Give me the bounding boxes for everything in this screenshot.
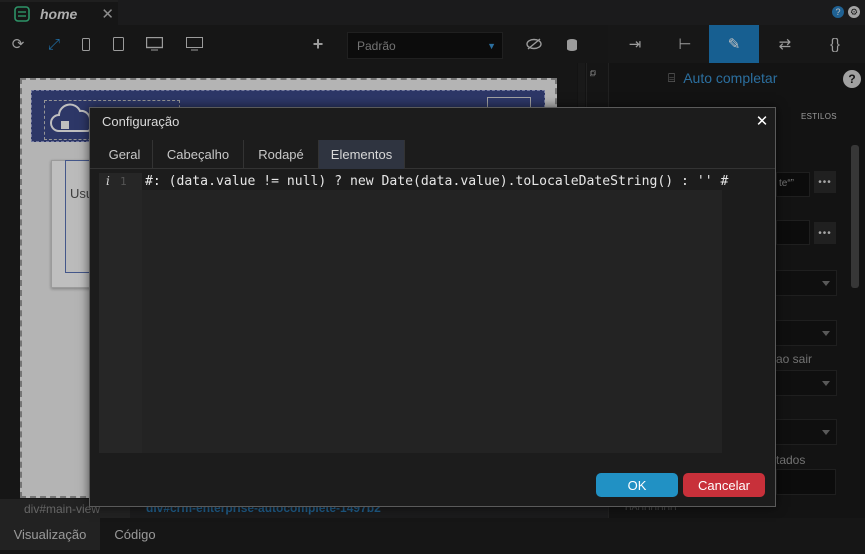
line-number: 1 (120, 175, 127, 188)
info-icon: i (106, 174, 110, 188)
editor-gutter (99, 173, 142, 453)
code-editor[interactable] (142, 190, 722, 453)
code-line[interactable]: #: (data.value != null) ? new Date(data.… (145, 173, 728, 190)
tab-rodape[interactable]: Rodapé (244, 140, 319, 169)
tab-cabecalho[interactable]: Cabeçalho (153, 140, 244, 169)
dialog-title: Configuração (102, 114, 180, 129)
close-icon[interactable]: ✕ (754, 112, 770, 130)
ok-button[interactable]: OK (596, 473, 678, 497)
cancel-button[interactable]: Cancelar (683, 473, 765, 497)
tab-elementos[interactable]: Elementos (319, 140, 405, 169)
tab-geral[interactable]: Geral (97, 140, 153, 169)
